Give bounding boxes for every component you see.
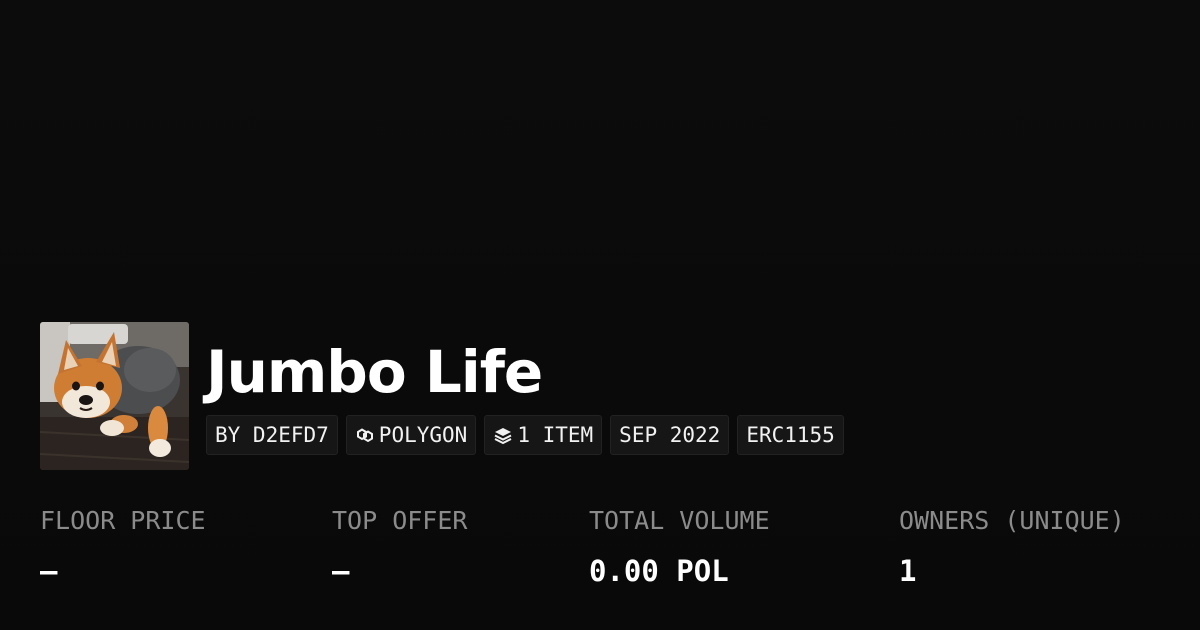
collection-title: Jumbo Life bbox=[206, 338, 543, 406]
top-offer-stat: TOP OFFER – bbox=[332, 503, 467, 589]
owners-value: 1 bbox=[899, 554, 917, 588]
top-offer-label: TOP OFFER bbox=[332, 506, 468, 535]
owners-stat: OWNERS (UNIQUE) 1 bbox=[899, 503, 1125, 589]
owners-label: OWNERS (UNIQUE) bbox=[899, 506, 1125, 535]
date-tag-label: SEP 2022 bbox=[619, 423, 721, 447]
floor-price-stat: FLOOR PRICE – bbox=[40, 503, 206, 589]
token-standard-tag: ERC1155 bbox=[737, 415, 844, 455]
collection-tags: BY D2EFD7 POLYGON 1 ITEM SEP 2022 ERC115… bbox=[206, 415, 844, 455]
creator-tag-label: BY D2EFD7 bbox=[215, 423, 329, 447]
shiba-dog-image bbox=[40, 322, 189, 470]
floor-price-value: – bbox=[40, 554, 58, 588]
token-standard-label: ERC1155 bbox=[746, 423, 835, 447]
total-volume-label: TOTAL VOLUME bbox=[589, 506, 770, 535]
items-tag: 1 ITEM bbox=[484, 415, 603, 455]
creator-tag[interactable]: BY D2EFD7 bbox=[206, 415, 338, 455]
items-tag-label: 1 ITEM bbox=[517, 423, 594, 447]
total-volume-stat: TOTAL VOLUME 0.00 POL bbox=[589, 503, 770, 589]
date-tag: SEP 2022 bbox=[610, 415, 730, 455]
collection-avatar bbox=[40, 322, 189, 470]
chain-tag[interactable]: POLYGON bbox=[345, 415, 477, 455]
top-offer-value: – bbox=[332, 554, 350, 588]
layers-icon bbox=[493, 425, 513, 445]
floor-price-label: FLOOR PRICE bbox=[40, 506, 206, 535]
total-volume-value: 0.00 POL bbox=[589, 554, 729, 588]
polygon-chain-icon bbox=[355, 425, 375, 445]
chain-tag-label: POLYGON bbox=[378, 423, 468, 447]
